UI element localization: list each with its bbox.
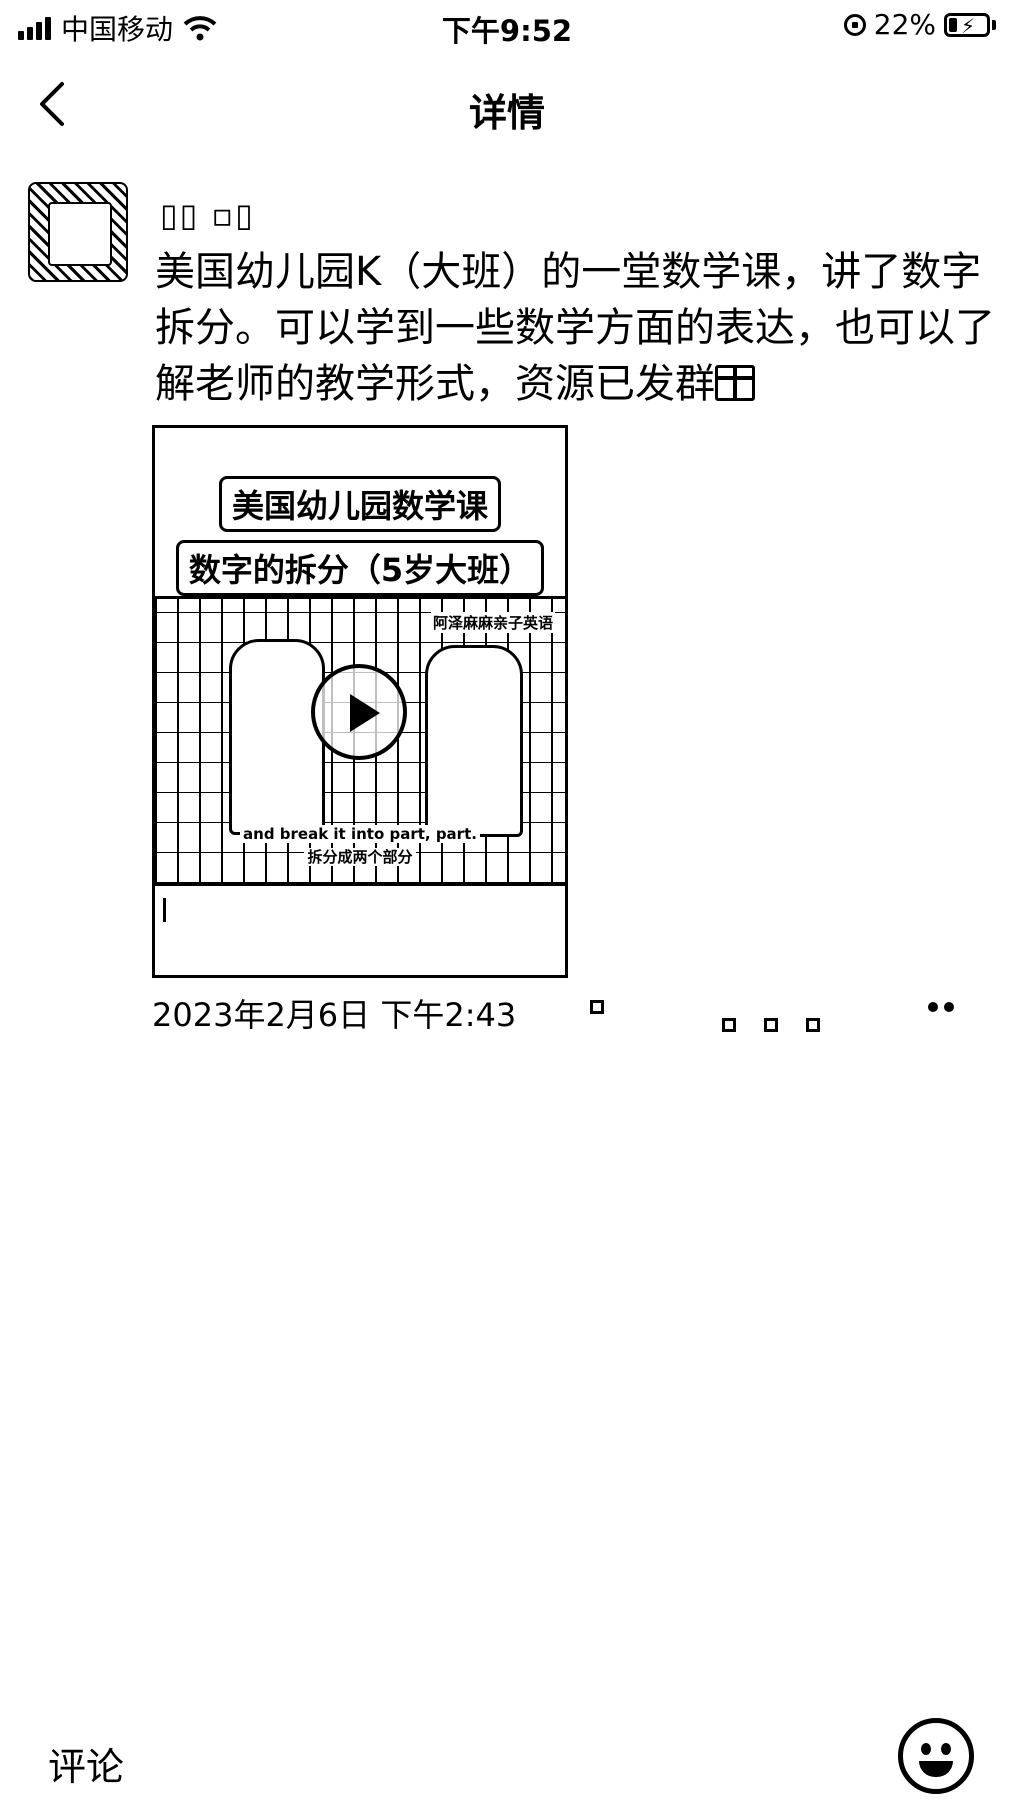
- status-right: 22% ⚡: [843, 8, 996, 41]
- video-title-line2: 数字的拆分（5岁大班）: [155, 540, 565, 596]
- post-text: 美国幼儿园K（大班）的一堂数学课，讲了数字拆分。可以学到一些数学方面的表达，也可…: [155, 249, 995, 407]
- eye-icon: [921, 1743, 931, 1755]
- dot-icon: [928, 1002, 938, 1012]
- orientation-lock-icon: [843, 13, 866, 36]
- battery-charging-icon: ⚡: [944, 12, 990, 38]
- child-figure-right: [425, 645, 523, 837]
- bolt-icon: ⚡: [961, 13, 976, 38]
- placeholder-icon: [590, 1000, 604, 1014]
- video-card[interactable]: 美国幼儿园数学课 数字的拆分（5岁大班） 阿泽麻麻亲子英语 and break …: [152, 425, 568, 978]
- battery-fill: [949, 17, 957, 32]
- video-cursor: [163, 898, 166, 922]
- placeholder-icon: [764, 1018, 778, 1032]
- meta-icon-group: [590, 1000, 604, 1014]
- avatar[interactable]: [28, 182, 128, 282]
- smiley-mouth: [919, 1761, 953, 1777]
- page-title: 详情: [468, 91, 545, 135]
- status-bar: 中国移动 下午9:52 22% ⚡: [0, 0, 1014, 54]
- gift-icon: [715, 365, 755, 401]
- eye-icon: [941, 1743, 951, 1755]
- battery-percent: 22%: [873, 8, 936, 41]
- child-figure-left: [229, 639, 325, 835]
- play-button[interactable]: [311, 664, 407, 760]
- placeholder-icon: [806, 1018, 820, 1032]
- video-subtitle-en: and break it into part, part.: [155, 825, 565, 843]
- comment-bar: 评论: [0, 1700, 1014, 1802]
- emoji-button[interactable]: [898, 1718, 974, 1794]
- post-timestamp: 2023年2月6日 下午2:43: [152, 996, 517, 1034]
- more-button[interactable]: [928, 1002, 954, 1012]
- video-watermark: 阿泽麻麻亲子英语: [430, 612, 555, 633]
- placeholder-icon: [722, 1018, 736, 1032]
- video-subtitle-zh: 拆分成两个部分: [155, 846, 565, 867]
- battery-cap: [992, 19, 996, 30]
- comment-input[interactable]: 评论: [48, 1736, 124, 1791]
- dot-icon: [944, 1002, 954, 1012]
- action-icon-group: [722, 1018, 820, 1032]
- author-name[interactable]: ▯▯ ▫▯: [160, 196, 255, 234]
- nav-bar: 详情: [0, 54, 1014, 154]
- post-body: 美国幼儿园K（大班）的一堂数学课，讲了数字拆分。可以学到一些数学方面的表达，也可…: [155, 244, 1000, 412]
- video-title-line1: 美国幼儿园数学课: [155, 476, 565, 532]
